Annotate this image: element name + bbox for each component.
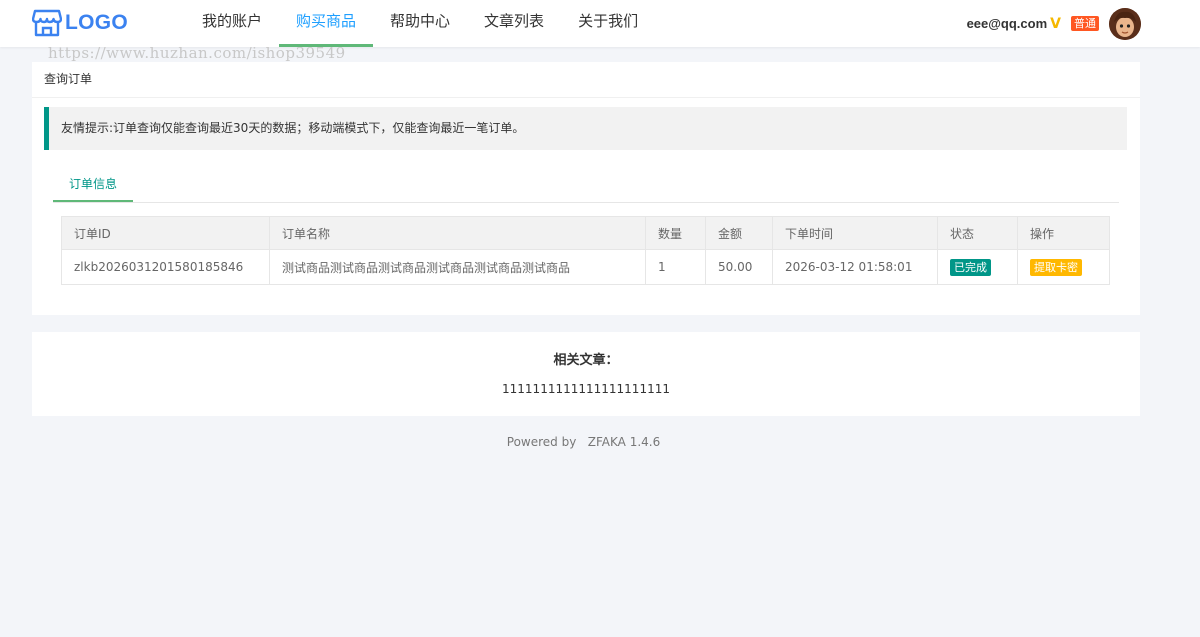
cell-order-id: zlkb2026031201580185846 bbox=[61, 249, 270, 285]
table-header-row: 订单ID 订单名称 数量 金额 下单时间 状态 操作 bbox=[61, 216, 1110, 250]
cell-amount: 50.00 bbox=[705, 249, 773, 285]
nav-article-list[interactable]: 文章列表 bbox=[467, 0, 561, 47]
related-articles-card: 相关文章： 1111111111111111111111 bbox=[32, 332, 1140, 416]
level-badge: 普通 bbox=[1071, 16, 1099, 31]
nav-about-us[interactable]: 关于我们 bbox=[561, 0, 655, 47]
user-email[interactable]: eee@qq.com bbox=[967, 16, 1048, 31]
query-order-card: 查询订单 友情提示:订单查询仅能查询最近30天的数据；移动端模式下，仅能查询最近… bbox=[32, 62, 1140, 315]
top-header: LOGO 我的账户 购买商品 帮助中心 文章列表 关于我们 eee@qq.com… bbox=[0, 0, 1200, 47]
order-table: 订单ID 订单名称 数量 金额 下单时间 状态 操作 zlkb202603120… bbox=[61, 216, 1110, 285]
col-order-name: 订单名称 bbox=[269, 216, 646, 250]
vip-icon: V bbox=[1050, 15, 1061, 32]
cell-status: 已完成 bbox=[937, 249, 1018, 285]
main-nav: 我的账户 购买商品 帮助中心 文章列表 关于我们 bbox=[185, 0, 655, 47]
col-order-id: 订单ID bbox=[61, 216, 270, 250]
related-article-link[interactable]: 1111111111111111111111 bbox=[32, 382, 1140, 396]
user-area: eee@qq.com V 普通 bbox=[967, 0, 1200, 47]
card-title: 查询订单 bbox=[32, 62, 1140, 98]
col-status: 状态 bbox=[937, 216, 1018, 250]
powered-by-label: Powered by bbox=[506, 435, 577, 449]
related-title: 相关文章： bbox=[553, 353, 619, 368]
table-row: zlkb2026031201580185846 测试商品测试商品测试商品测试商品… bbox=[61, 249, 1110, 285]
avatar[interactable] bbox=[1109, 7, 1141, 40]
col-order-time: 下单时间 bbox=[772, 216, 938, 250]
cell-order-name: 测试商品测试商品测试商品测试商品测试商品测试商品 bbox=[269, 249, 646, 285]
site-logo[interactable]: LOGO bbox=[32, 8, 128, 38]
col-amount: 金额 bbox=[705, 216, 773, 250]
tip-notice: 友情提示:订单查询仅能查询最近30天的数据；移动端模式下，仅能查询最近一笔订单。 bbox=[44, 107, 1127, 150]
watermark: https://www.huzhan.com/ishop39549 bbox=[48, 44, 346, 62]
logo-text: LOGO bbox=[65, 11, 129, 34]
product-version[interactable]: ZFAKA 1.4.6 bbox=[588, 435, 660, 449]
extract-card-button[interactable]: 提取卡密 bbox=[1030, 258, 1082, 276]
nav-help-center[interactable]: 帮助中心 bbox=[373, 0, 467, 47]
tab-order-info[interactable]: 订单信息 bbox=[53, 172, 133, 202]
cell-quantity: 1 bbox=[645, 249, 706, 285]
col-quantity: 数量 bbox=[645, 216, 706, 250]
avatar-image bbox=[1109, 7, 1141, 40]
col-action: 操作 bbox=[1017, 216, 1110, 250]
cell-order-time: 2026-03-12 01:58:01 bbox=[772, 249, 938, 285]
cell-action: 提取卡密 bbox=[1017, 249, 1110, 285]
footer: Powered by ZFAKA 1.4.6 bbox=[0, 435, 1167, 449]
tab-bar: 订单信息 bbox=[53, 172, 1119, 203]
store-icon bbox=[32, 9, 62, 37]
nav-my-account[interactable]: 我的账户 bbox=[185, 0, 279, 47]
status-badge: 已完成 bbox=[950, 258, 991, 276]
nav-buy-products[interactable]: 购买商品 bbox=[279, 0, 374, 47]
